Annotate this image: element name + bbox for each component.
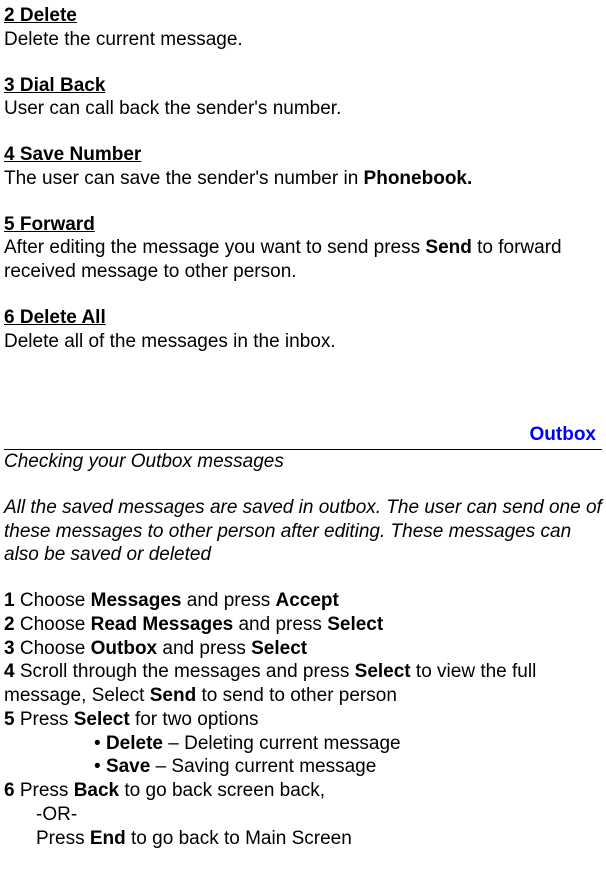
step-text: Scroll through the messages and press bbox=[15, 661, 355, 682]
document-page: 2 Delete Delete the current message. 3 D… bbox=[0, 0, 606, 870]
step-bold: Messages bbox=[91, 590, 182, 611]
body-text: The user can save the sender's number in bbox=[4, 168, 364, 189]
bullet-bold: Save bbox=[106, 756, 150, 777]
outbox-intro-body: All the saved messages are saved in outb… bbox=[4, 496, 602, 567]
step-num: 4 bbox=[4, 661, 15, 682]
spacer bbox=[4, 567, 602, 589]
end-pre: Press bbox=[36, 828, 90, 849]
step-bold: Select bbox=[355, 661, 411, 682]
section-title-row: Outbox bbox=[4, 423, 602, 450]
section-title-outbox: Outbox bbox=[530, 424, 597, 445]
section-heading: 2 Delete bbox=[4, 4, 602, 28]
step-text: Choose bbox=[15, 590, 91, 611]
step-num: 1 bbox=[4, 590, 15, 611]
step-text: Choose bbox=[15, 614, 91, 635]
step-1: 1 Choose Messages and press Accept bbox=[4, 589, 602, 613]
section-heading: 5 Forward bbox=[4, 213, 602, 237]
step-bold: Back bbox=[74, 780, 119, 801]
section-heading: 4 Save Number bbox=[4, 143, 602, 167]
bullet-delete: • Delete – Deleting current message bbox=[4, 732, 602, 756]
step-6: 6 Press Back to go back screen back, bbox=[4, 779, 602, 803]
spacer bbox=[4, 375, 602, 423]
section-heading: 3 Dial Back bbox=[4, 74, 602, 98]
step-text: to send to other person bbox=[196, 685, 397, 706]
step-2: 2 Choose Read Messages and press Select bbox=[4, 613, 602, 637]
body-bold: Phonebook. bbox=[364, 168, 473, 189]
section-4-save-number: 4 Save Number The user can save the send… bbox=[4, 143, 602, 191]
bullet-save: • Save – Saving current message bbox=[4, 755, 602, 779]
step-text: and press bbox=[157, 638, 251, 659]
section-heading: 6 Delete All bbox=[4, 306, 602, 330]
end-post: to go back to Main Screen bbox=[126, 828, 352, 849]
step-num: 2 bbox=[4, 614, 15, 635]
bullet-marker: • bbox=[94, 733, 101, 754]
step-text: and press bbox=[181, 590, 275, 611]
step-bold: Select bbox=[327, 614, 383, 635]
step-5: 5 Press Select for two options bbox=[4, 708, 602, 732]
spacer bbox=[4, 474, 602, 496]
or-line: -OR- bbox=[4, 803, 602, 827]
step-num: 5 bbox=[4, 709, 15, 730]
outbox-intro-title: Checking your Outbox messages bbox=[4, 450, 602, 474]
section-6-delete-all: 6 Delete All Delete all of the messages … bbox=[4, 306, 602, 354]
end-bold: End bbox=[90, 828, 126, 849]
step-bold: Read Messages bbox=[91, 614, 234, 635]
section-body: The user can save the sender's number in… bbox=[4, 167, 602, 191]
section-3-dial-back: 3 Dial Back User can call back the sende… bbox=[4, 74, 602, 122]
step-text: Press bbox=[15, 709, 74, 730]
end-line: Press End to go back to Main Screen bbox=[4, 827, 602, 851]
step-bold: Accept bbox=[275, 590, 338, 611]
bullet-marker: • bbox=[94, 756, 101, 777]
body-text: After editing the message you want to se… bbox=[4, 237, 425, 258]
body-bold: Send bbox=[425, 237, 471, 258]
step-bold: Outbox bbox=[91, 638, 158, 659]
section-body: Delete all of the messages in the inbox. bbox=[4, 330, 602, 354]
bullet-text: – Saving current message bbox=[150, 756, 376, 777]
section-body: After editing the message you want to se… bbox=[4, 236, 602, 284]
step-bold: Select bbox=[251, 638, 307, 659]
step-text: and press bbox=[233, 614, 327, 635]
section-body: User can call back the sender's number. bbox=[4, 97, 602, 121]
section-2-delete: 2 Delete Delete the current message. bbox=[4, 4, 602, 52]
step-text: Press bbox=[15, 780, 74, 801]
step-3: 3 Choose Outbox and press Select bbox=[4, 637, 602, 661]
step-num: 6 bbox=[4, 780, 15, 801]
step-text: Choose bbox=[15, 638, 91, 659]
step-text: to go back screen back, bbox=[119, 780, 325, 801]
step-text: for two options bbox=[130, 709, 259, 730]
step-4: 4 Scroll through the messages and press … bbox=[4, 660, 602, 708]
step-bold: Send bbox=[150, 685, 196, 706]
step-bold: Select bbox=[74, 709, 130, 730]
section-body: Delete the current message. bbox=[4, 28, 602, 52]
section-5-forward: 5 Forward After editing the message you … bbox=[4, 213, 602, 284]
bullet-bold: Delete bbox=[106, 733, 163, 754]
step-num: 3 bbox=[4, 638, 15, 659]
bullet-text: – Deleting current message bbox=[163, 733, 401, 754]
